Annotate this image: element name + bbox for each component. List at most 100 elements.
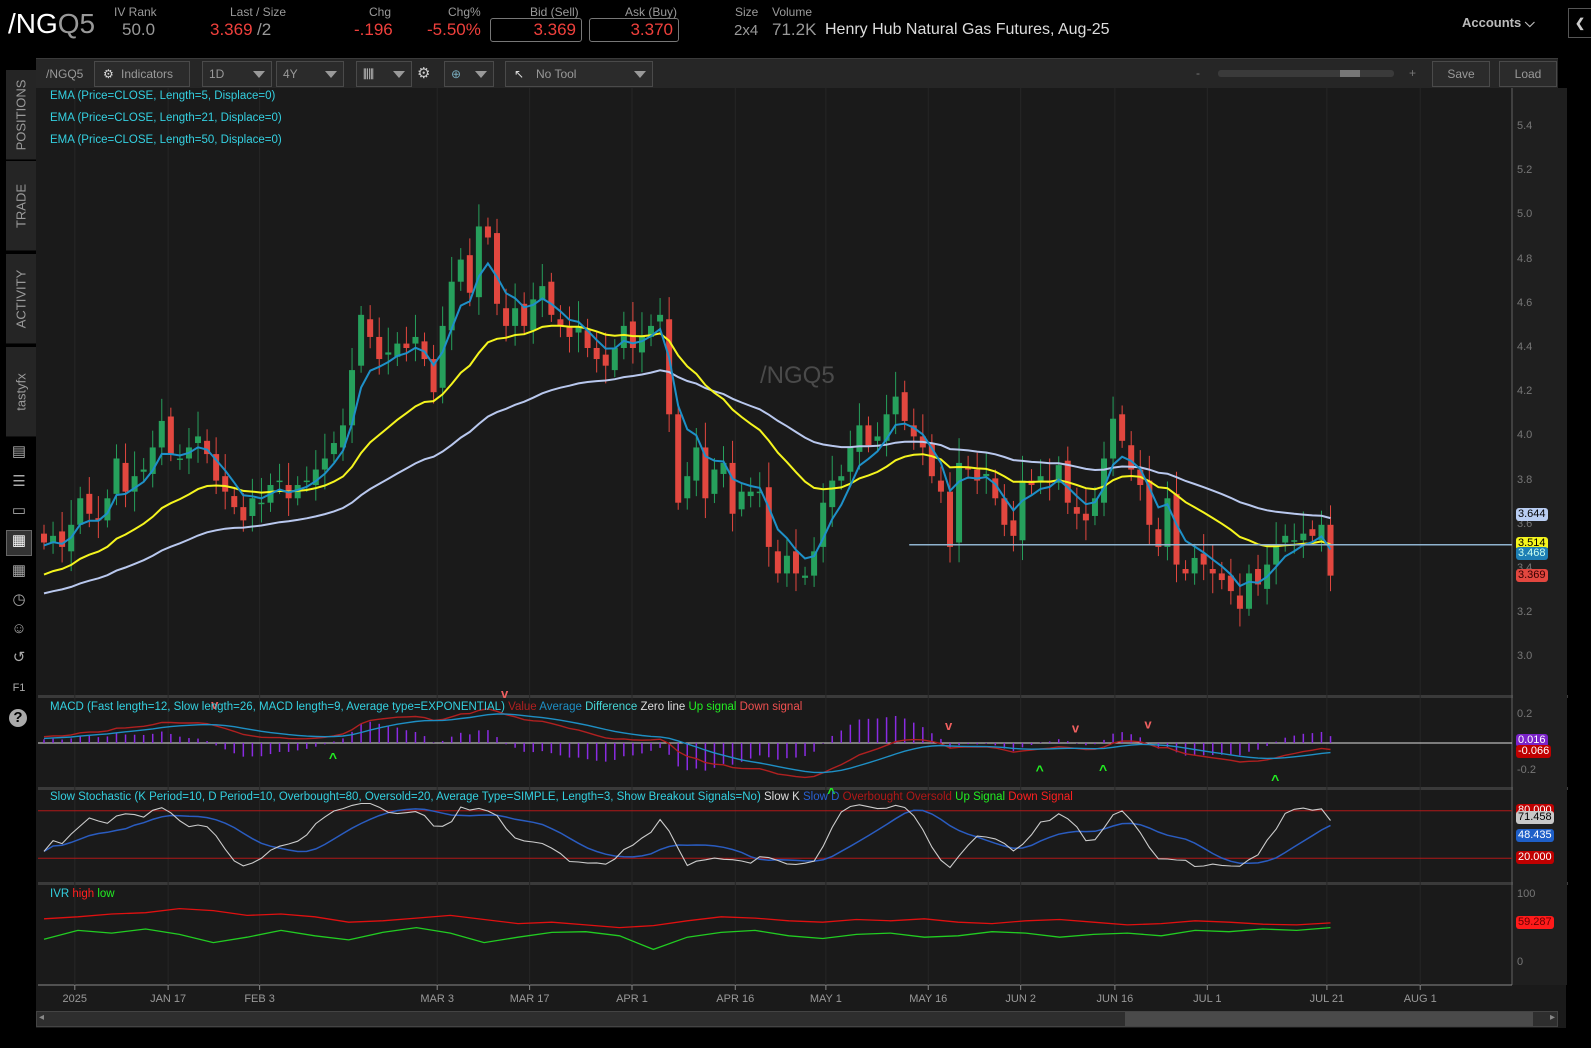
date-label: JUN 2 (1005, 993, 1036, 1005)
candle-down (1119, 414, 1126, 441)
candle-down (1309, 529, 1316, 536)
candle-down (729, 462, 736, 514)
candle-up (195, 436, 202, 444)
candle-down (231, 496, 238, 508)
candle-down (865, 425, 872, 446)
candle-down (792, 551, 799, 574)
candle-up (249, 498, 256, 516)
candle-up (783, 555, 790, 574)
candle-up (693, 447, 700, 481)
panel-divider (38, 695, 1568, 698)
candle-down (367, 319, 374, 337)
ema21-study-label[interactable]: EMA (Price=CLOSE, Length=21, Displace=0) (50, 112, 282, 124)
candle-up (983, 473, 990, 477)
candle-up (176, 458, 183, 460)
candle-down (41, 533, 47, 543)
macd-up-signal-icon: ^ (1099, 761, 1107, 777)
candle-up (838, 476, 845, 481)
candle-down (222, 476, 229, 492)
candle-up (1245, 573, 1252, 609)
candle-down (1236, 595, 1243, 609)
candle-up (747, 491, 754, 497)
candle-down (376, 336, 383, 360)
ivr-study-header: IVR high low (50, 888, 115, 900)
panel-divider (38, 882, 1568, 885)
price-tick-label: 5.0 (1517, 208, 1533, 221)
ema5-study-label[interactable]: EMA (Price=CLOSE, Length=5, Displace=0) (50, 90, 275, 102)
macd-tick-label: -0.2 (1517, 764, 1536, 776)
date-label: MAY 1 (809, 993, 842, 1005)
ivr-badge: 59.287 (1516, 915, 1554, 929)
candle-down (484, 226, 491, 238)
legend-down-signal: Down Signal (1008, 791, 1073, 803)
legend-oversold: Oversold (905, 791, 952, 803)
candle-down (602, 354, 609, 366)
ema50-study-label[interactable]: EMA (Price=CLOSE, Length=50, Displace=0) (50, 134, 282, 146)
stoch-badge: 48.435 (1516, 828, 1554, 842)
panel-divider (38, 787, 1568, 790)
legend-slow-d: Slow D (802, 791, 840, 803)
date-label: APR 16 (716, 993, 755, 1005)
candle-down (947, 491, 953, 547)
legend-high: high (72, 888, 95, 900)
scrollbar-thumb[interactable] (1125, 1012, 1533, 1026)
macd-up-signal-icon: ^ (1271, 771, 1279, 787)
macd-study-label[interactable]: MACD (Fast length=12, Slow length=26, MA… (50, 701, 505, 713)
candle-up (892, 396, 899, 415)
candle-up (847, 447, 854, 472)
macd-tick-label: 0.2 (1517, 708, 1533, 720)
macd-up-signal-icon: ^ (329, 749, 337, 765)
scroll-left-icon[interactable]: ◂ (39, 1012, 44, 1023)
candle-down (765, 487, 772, 547)
candle-up (77, 498, 84, 525)
price-badge: 3.644 (1516, 508, 1548, 522)
macd-study-header: MACD (Fast length=12, Slow length=26, MA… (50, 701, 802, 713)
price-tick-label: 3.2 (1517, 606, 1533, 619)
scroll-right-icon[interactable]: ▸ (1550, 1012, 1555, 1023)
price-badge: 3.369 (1516, 568, 1548, 582)
candle-up (874, 436, 881, 441)
candle-up (475, 226, 482, 298)
date-label: FEB 3 (244, 993, 275, 1005)
candle-down (901, 392, 908, 421)
legend-slow-k: Slow K (763, 791, 800, 803)
candle-up (1037, 476, 1044, 481)
candle-up (321, 458, 328, 470)
ivr-tick-label: 100 (1517, 888, 1536, 900)
candle-up (711, 469, 718, 494)
candle-up (620, 325, 627, 348)
date-label: AUG 1 (1403, 993, 1437, 1005)
candle-up (1019, 480, 1026, 541)
macd-down-signal-icon: v (1072, 720, 1080, 735)
candle-up (738, 491, 745, 510)
candle-down (1082, 513, 1089, 521)
macd-badge: -0.066 (1516, 745, 1552, 759)
candle-down (86, 493, 93, 514)
candle-up (802, 575, 809, 578)
price-tick-label: 4.4 (1517, 341, 1533, 353)
candle-down (1209, 569, 1216, 574)
price-tick-label: 4.2 (1517, 385, 1533, 398)
ivr-study-label[interactable]: IVR (50, 888, 69, 900)
legend-low: low (97, 888, 115, 900)
chart-canvas[interactable]: v^v^v^v^v^ (0, 0, 1591, 1048)
stoch-study-label[interactable]: Slow Stochastic (K Period=10, D Period=1… (50, 791, 761, 803)
candle-up (358, 314, 365, 366)
candle-down (1182, 569, 1189, 574)
candle-down (466, 255, 473, 293)
date-label: JUL 21 (1309, 993, 1345, 1005)
legend-up-signal: Up signal (688, 701, 737, 713)
stoch-badge: 71.458 (1516, 810, 1554, 824)
candle-up (1300, 533, 1307, 541)
date-label: MAR 17 (509, 993, 550, 1005)
price-tick-label: 5.2 (1517, 164, 1533, 177)
date-label: MAY 16 (909, 993, 948, 1005)
price-tick-label: 5.4 (1517, 120, 1533, 132)
candle-up (1273, 546, 1280, 565)
date-label: JUL 1 (1193, 993, 1222, 1005)
candle-up (113, 458, 120, 494)
candle-up (829, 480, 836, 508)
horizontal-scrollbar[interactable]: ◂ ▸ (36, 1011, 1558, 1027)
legend-down-signal: Down signal (739, 701, 803, 713)
candle-down (503, 308, 510, 326)
